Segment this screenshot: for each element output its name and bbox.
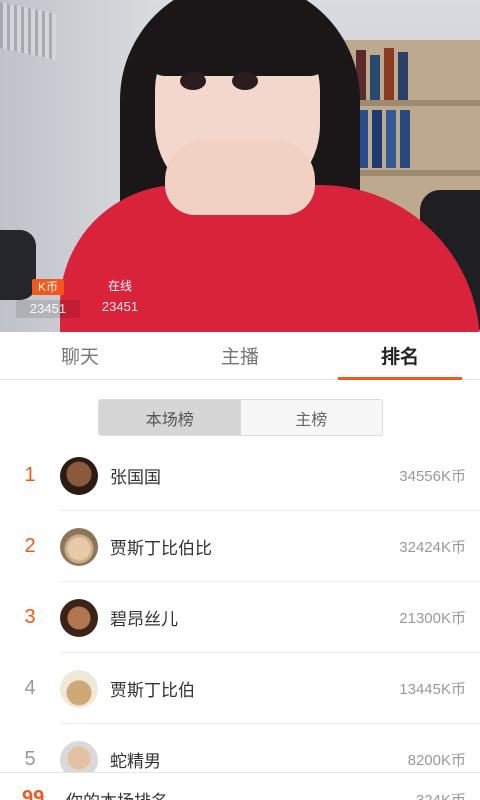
- user-name: 蛇精男: [110, 752, 161, 772]
- ranking-segmented-control: 本场榜 主榜: [98, 399, 383, 436]
- rank-number: 3: [24, 606, 36, 628]
- rank-number: 5: [24, 748, 36, 770]
- streamer-eye: [232, 72, 258, 90]
- rank-number: 1: [24, 464, 36, 486]
- list-item[interactable]: 2 贾斯丁比伯比 32424K币: [0, 511, 480, 582]
- my-rank-label: 你的本场排名: [66, 787, 168, 800]
- my-rank-amount: 324K币: [416, 789, 466, 800]
- user-name: 贾斯丁比伯比: [110, 539, 212, 559]
- stream-cover[interactable]: K币 23451 在线 23451: [0, 0, 480, 332]
- kcoin-amount: 13445K币: [399, 681, 466, 698]
- tab-host[interactable]: 主播: [160, 332, 320, 379]
- ranking-list: 1 张国国 34556K币 2 贾斯丁比伯比 32424K币 3 碧昂丝儿 21…: [0, 440, 480, 795]
- segment-this-session[interactable]: 本场榜: [99, 400, 241, 435]
- my-rank-number: 99: [22, 787, 45, 800]
- online-stat: 在线 23451: [88, 278, 152, 318]
- streamer-hands: [165, 140, 315, 215]
- avatar[interactable]: [60, 669, 98, 708]
- kcoin-label: K币: [31, 279, 64, 295]
- user-name: 碧昂丝儿: [110, 610, 178, 630]
- kcoin-amount: 21300K币: [399, 610, 466, 627]
- avatar[interactable]: [60, 456, 98, 495]
- online-label: 在线: [107, 279, 132, 293]
- tab-chat[interactable]: 聊天: [0, 332, 160, 379]
- online-value: 23451: [101, 299, 139, 314]
- kcoin-amount: 8200K币: [407, 752, 466, 769]
- tab-ranking[interactable]: 排名: [320, 332, 480, 380]
- rank-number: 4: [24, 677, 36, 699]
- user-name: 张国国: [110, 468, 161, 488]
- rank-number: 2: [24, 535, 36, 557]
- my-rank-bar[interactable]: 99 你的本场排名 324K币: [0, 772, 480, 800]
- avatar[interactable]: [60, 527, 98, 566]
- user-name: 贾斯丁比伯: [110, 681, 195, 701]
- kcoin-value: 23451: [16, 300, 80, 318]
- avatar[interactable]: [60, 598, 98, 637]
- kcoin-amount: 32424K币: [399, 539, 466, 556]
- segment-main[interactable]: 主榜: [241, 400, 383, 435]
- list-item[interactable]: 3 碧昂丝儿 21300K币: [0, 582, 480, 653]
- kcoin-amount: 34556K币: [399, 468, 466, 485]
- tab-bar: 聊天 主播 排名: [0, 332, 480, 380]
- list-item[interactable]: 4 贾斯丁比伯 13445K币: [0, 653, 480, 724]
- kcoin-stat: K币 23451: [16, 278, 80, 318]
- list-item[interactable]: 1 张国国 34556K币: [0, 440, 480, 511]
- streamer-bangs: [150, 6, 325, 76]
- streamer-eye: [180, 72, 206, 90]
